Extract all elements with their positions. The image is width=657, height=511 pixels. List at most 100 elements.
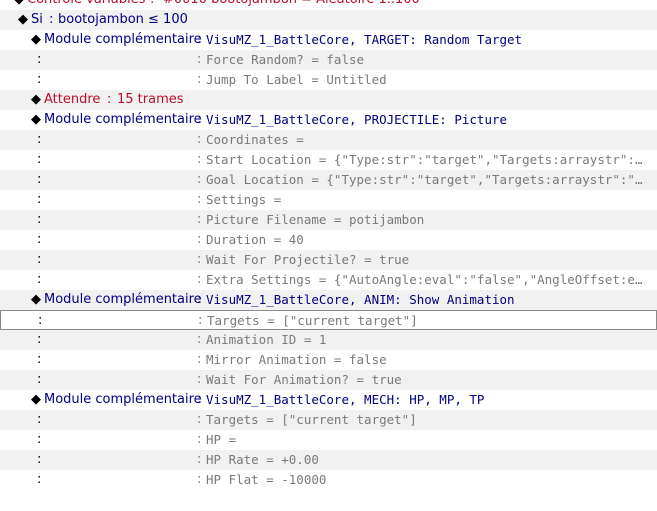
separator-colon: : — [197, 252, 202, 267]
command-row-if[interactable]: ◆ Si: bootojambon ≤ 100 — [0, 10, 657, 30]
separator-colon: : — [197, 152, 202, 167]
separator-colon: : — [197, 132, 202, 147]
parameter-value: Extra Settings = {"AutoAngle:eval":"fals… — [206, 272, 646, 287]
command-value: VisuMZ_1_BattleCore, PROJECTILE: Picture — [206, 112, 508, 127]
command-row-param[interactable]: :: Targets = ["current target"] — [0, 310, 657, 330]
command-row-param[interactable]: :: Jump To Label = Untitled — [0, 70, 657, 90]
command-row-param[interactable]: :: Force Random? = false — [0, 50, 657, 70]
command-row-param[interactable]: :: HP = — [0, 430, 657, 450]
command-row-param[interactable]: :: Start Location = {"Type:str":"target",… — [0, 150, 657, 170]
command-row-param[interactable]: :: Animation ID = 1 — [0, 330, 657, 350]
indent-colon: : — [38, 313, 43, 328]
command-row-param[interactable]: :: Targets = ["current target"] — [0, 410, 657, 430]
parameter-value: Coordinates = — [206, 132, 304, 147]
command-label: Module complémentaire — [44, 392, 202, 407]
command-row-param[interactable]: :: Extra Settings = {"AutoAngle:eval":"fa… — [0, 270, 657, 290]
indent-colon: : — [37, 332, 42, 347]
command-row-param[interactable]: :: Wait For Animation? = true — [0, 370, 657, 390]
separator-colon: : — [107, 92, 112, 107]
separator-colon: : — [197, 392, 202, 407]
command-row-param[interactable]: :: Settings = — [0, 190, 657, 210]
indent-colon: : — [37, 172, 42, 187]
indent-colon: : — [37, 452, 42, 467]
command-label: Attendre — [44, 92, 101, 107]
parameter-value: Wait For Animation? = true — [206, 372, 402, 387]
parameter-value: Picture Filename = potijambon — [206, 212, 425, 227]
indent-colon: : — [37, 152, 42, 167]
parameter-value: Start Location = {"Type:str":"target","T… — [206, 152, 646, 167]
command-row-param[interactable]: :: Coordinates = — [0, 130, 657, 150]
command-row-param[interactable]: :: HP Rate = +0.00 — [0, 450, 657, 470]
command-row-param[interactable]: :: Picture Filename = potijambon — [0, 210, 657, 230]
command-row-param[interactable]: :: Goal Location = {"Type:str":"target","… — [0, 170, 657, 190]
separator-colon: : — [197, 212, 202, 227]
parameter-value: HP Flat = -10000 — [206, 472, 327, 487]
indent-colon: : — [37, 132, 42, 147]
indent-colon: : — [37, 192, 42, 207]
command-label: Module complémentaire — [44, 292, 202, 307]
indent-colon: : — [37, 432, 42, 447]
diamond-icon: ◆ — [18, 12, 28, 27]
parameter-value: Goal Location = {"Type:str":"target","Ta… — [206, 172, 646, 187]
separator-colon: : — [197, 32, 202, 47]
separator-colon: : — [197, 352, 202, 367]
separator-colon: : — [197, 52, 202, 67]
diamond-icon: ◆ — [31, 92, 41, 107]
command-value: VisuMZ_1_BattleCore, ANIM: Show Animatio… — [206, 292, 515, 307]
parameter-value: HP Rate = +0.00 — [206, 452, 319, 467]
parameter-value: Targets = ["current target"] — [206, 412, 417, 427]
separator-colon: : — [197, 292, 202, 307]
command-row-module[interactable]: ◆ Module complémentaire: VisuMZ_1_BattleCo… — [0, 110, 657, 130]
command-row-module[interactable]: ◆ Module complémentaire: VisuMZ_1_BattleCo… — [0, 390, 657, 410]
separator-colon: : — [150, 0, 154, 10]
parameter-value: Settings = — [206, 192, 282, 207]
separator-colon: : — [197, 72, 202, 87]
indent-colon: : — [37, 272, 42, 287]
parameter-value: Jump To Label = Untitled — [206, 72, 387, 87]
command-row-top[interactable]: ◆Contrôle variables: #0010 bootojambon = … — [0, 0, 657, 10]
command-row-module[interactable]: ◆ Module complémentaire: VisuMZ_1_BattleCo… — [0, 30, 657, 50]
command-value: 15 trames — [117, 92, 184, 107]
separator-colon: : — [197, 472, 202, 487]
diamond-icon: ◆ — [31, 32, 41, 47]
parameter-value: Animation ID = 1 — [206, 332, 327, 347]
event-command-list[interactable]: ◆Contrôle variables:#0010 bootojambon = … — [0, 0, 657, 511]
separator-colon: : — [197, 452, 202, 467]
indent-colon: : — [37, 472, 42, 487]
command-row-wait[interactable]: ◆ Attendre:15 trames — [0, 90, 657, 110]
separator-colon: : — [197, 232, 202, 247]
command-row-param[interactable]: :: Mirror Animation = false — [0, 350, 657, 370]
indent-colon: : — [37, 372, 42, 387]
indent-colon: : — [37, 212, 42, 227]
separator-colon: : — [197, 112, 202, 127]
indent-colon: : — [37, 52, 42, 67]
indent-colon: : — [37, 352, 42, 367]
parameter-value: Mirror Animation = false — [206, 352, 387, 367]
separator-colon: : — [49, 12, 54, 27]
diamond-icon: ◆ — [14, 0, 24, 10]
separator-colon: : — [198, 313, 203, 328]
command-value: bootojambon ≤ 100 — [58, 12, 188, 27]
parameter-value: Duration = 40 — [206, 232, 304, 247]
command-value: VisuMZ_1_BattleCore, MECH: HP, MP, TP — [206, 392, 485, 407]
command-label: Si — [31, 12, 43, 27]
command-row-param[interactable]: :: HP Flat = -10000 — [0, 470, 657, 490]
command-row-param[interactable]: :: Duration = 40 — [0, 230, 657, 250]
command-label: Module complémentaire — [44, 32, 202, 47]
indent-colon: : — [37, 72, 42, 87]
diamond-icon: ◆ — [31, 292, 41, 307]
command-row-param[interactable]: :: Wait For Projectile? = true — [0, 250, 657, 270]
command-row-module[interactable]: ◆ Module complémentaire: VisuMZ_1_BattleCo… — [0, 290, 657, 310]
separator-colon: : — [197, 272, 202, 287]
separator-colon: : — [197, 332, 202, 347]
indent-colon: : — [37, 412, 42, 427]
indent-colon: : — [37, 252, 42, 267]
command-label: Contrôle variables — [27, 0, 145, 10]
diamond-icon: ◆ — [31, 112, 41, 127]
parameter-value: Wait For Projectile? = true — [206, 252, 410, 267]
separator-colon: : — [197, 372, 202, 387]
command-value: #0010 bootojambon = Aléatoire 1..100 — [163, 0, 420, 10]
command-label: Module complémentaire — [44, 112, 202, 127]
command-value: VisuMZ_1_BattleCore, TARGET: Random Targ… — [206, 32, 523, 47]
separator-colon: : — [197, 432, 202, 447]
